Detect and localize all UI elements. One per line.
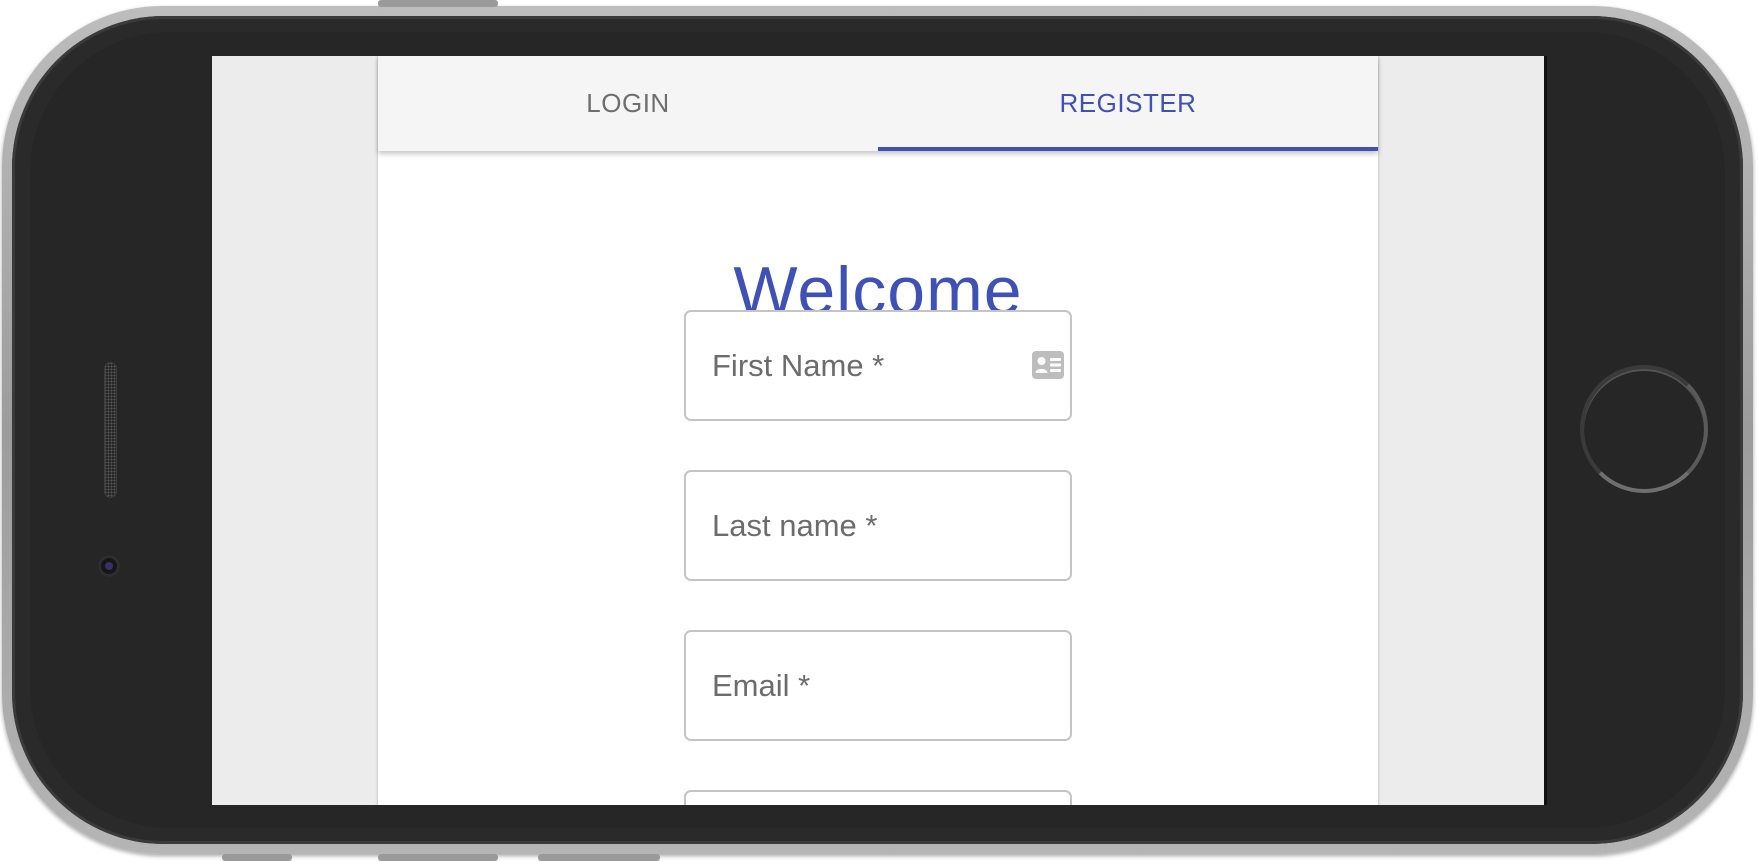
screen: LOGIN REGISTER Welcome First Name * Last… xyxy=(212,56,1546,805)
tab-login[interactable]: LOGIN xyxy=(378,56,878,151)
first-name-label: First Name * xyxy=(712,347,885,383)
tab-bar: LOGIN REGISTER xyxy=(378,56,1378,151)
front-camera xyxy=(98,555,120,577)
first-name-field[interactable]: First Name * xyxy=(684,310,1072,421)
last-name-field[interactable]: Last name * xyxy=(684,470,1072,581)
bottom-button-right xyxy=(538,854,660,861)
auth-card: LOGIN REGISTER Welcome First Name * Last… xyxy=(378,56,1378,805)
email-label: Email * xyxy=(712,667,811,703)
email-field[interactable]: Email * xyxy=(684,630,1072,741)
tab-register-label: REGISTER xyxy=(1059,88,1197,118)
top-button xyxy=(378,0,498,7)
screen-edge xyxy=(1544,56,1547,805)
bottom-button-left xyxy=(222,854,292,861)
contact-card-icon xyxy=(1032,351,1064,379)
next-field-partial[interactable] xyxy=(684,790,1072,805)
bottom-button-mid xyxy=(378,854,498,861)
last-name-label: Last name * xyxy=(712,507,878,543)
home-button[interactable] xyxy=(1580,365,1708,493)
tab-login-label: LOGIN xyxy=(586,88,670,118)
tab-register[interactable]: REGISTER xyxy=(878,56,1378,151)
speaker-grille xyxy=(104,362,117,498)
